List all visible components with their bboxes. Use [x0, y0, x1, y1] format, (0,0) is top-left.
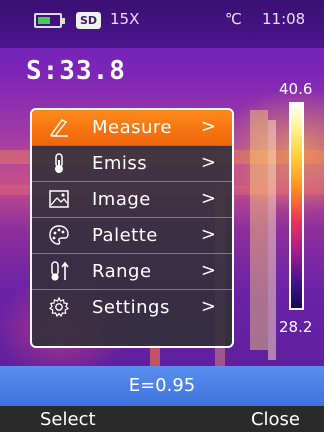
menu-item-emiss[interactable]: Emiss >	[32, 146, 232, 182]
menu-item-image[interactable]: Image >	[32, 182, 232, 218]
palette-icon	[48, 224, 70, 246]
image-icon	[48, 188, 70, 210]
select-softkey[interactable]: Select	[40, 409, 96, 430]
menu-item-label: Measure	[92, 117, 172, 138]
gear-icon	[48, 296, 70, 318]
range-icon	[48, 260, 70, 282]
chevron-right-icon: >	[200, 224, 216, 245]
measure-icon	[48, 116, 70, 138]
close-softkey[interactable]: Close	[251, 409, 300, 430]
color-scale-bar	[289, 102, 304, 310]
menu-item-measure[interactable]: Measure >	[32, 110, 232, 146]
battery-icon	[34, 13, 65, 28]
chevron-right-icon: >	[200, 116, 216, 137]
scale-min-value: 28.2	[279, 318, 313, 336]
thermal-beam	[250, 110, 268, 350]
softkey-bar: Select Close	[0, 406, 324, 432]
chevron-right-icon: >	[200, 188, 216, 209]
menu-item-palette[interactable]: Palette >	[32, 218, 232, 254]
sd-card-badge: SD	[76, 12, 102, 29]
zoom-level: 15X	[110, 10, 140, 28]
menu-item-range[interactable]: Range >	[32, 254, 232, 290]
thermometer-icon	[48, 152, 70, 174]
main-menu: Measure > Emiss > Image > Palette > Rang…	[30, 108, 234, 348]
menu-item-label: Emiss	[92, 153, 148, 174]
menu-item-label: Palette	[92, 225, 158, 246]
scale-max-value: 40.6	[279, 80, 313, 98]
spot-temperature-readout: S:33.8	[26, 56, 126, 86]
menu-item-label: Range	[92, 261, 152, 282]
chevron-right-icon: >	[200, 296, 216, 317]
chevron-right-icon: >	[200, 260, 216, 281]
menu-item-label: Settings	[92, 297, 170, 318]
thermal-beam	[268, 120, 276, 360]
menu-item-settings[interactable]: Settings >	[32, 290, 232, 326]
temperature-unit: ℃	[225, 10, 242, 28]
status-bar: SD 15X ℃ 11:08	[0, 0, 324, 48]
thermal-beam	[150, 345, 160, 367]
clock: 11:08	[262, 10, 306, 28]
chevron-right-icon: >	[200, 152, 216, 173]
menu-item-label: Image	[92, 189, 151, 210]
emissivity-bar: E=0.95	[0, 366, 324, 406]
